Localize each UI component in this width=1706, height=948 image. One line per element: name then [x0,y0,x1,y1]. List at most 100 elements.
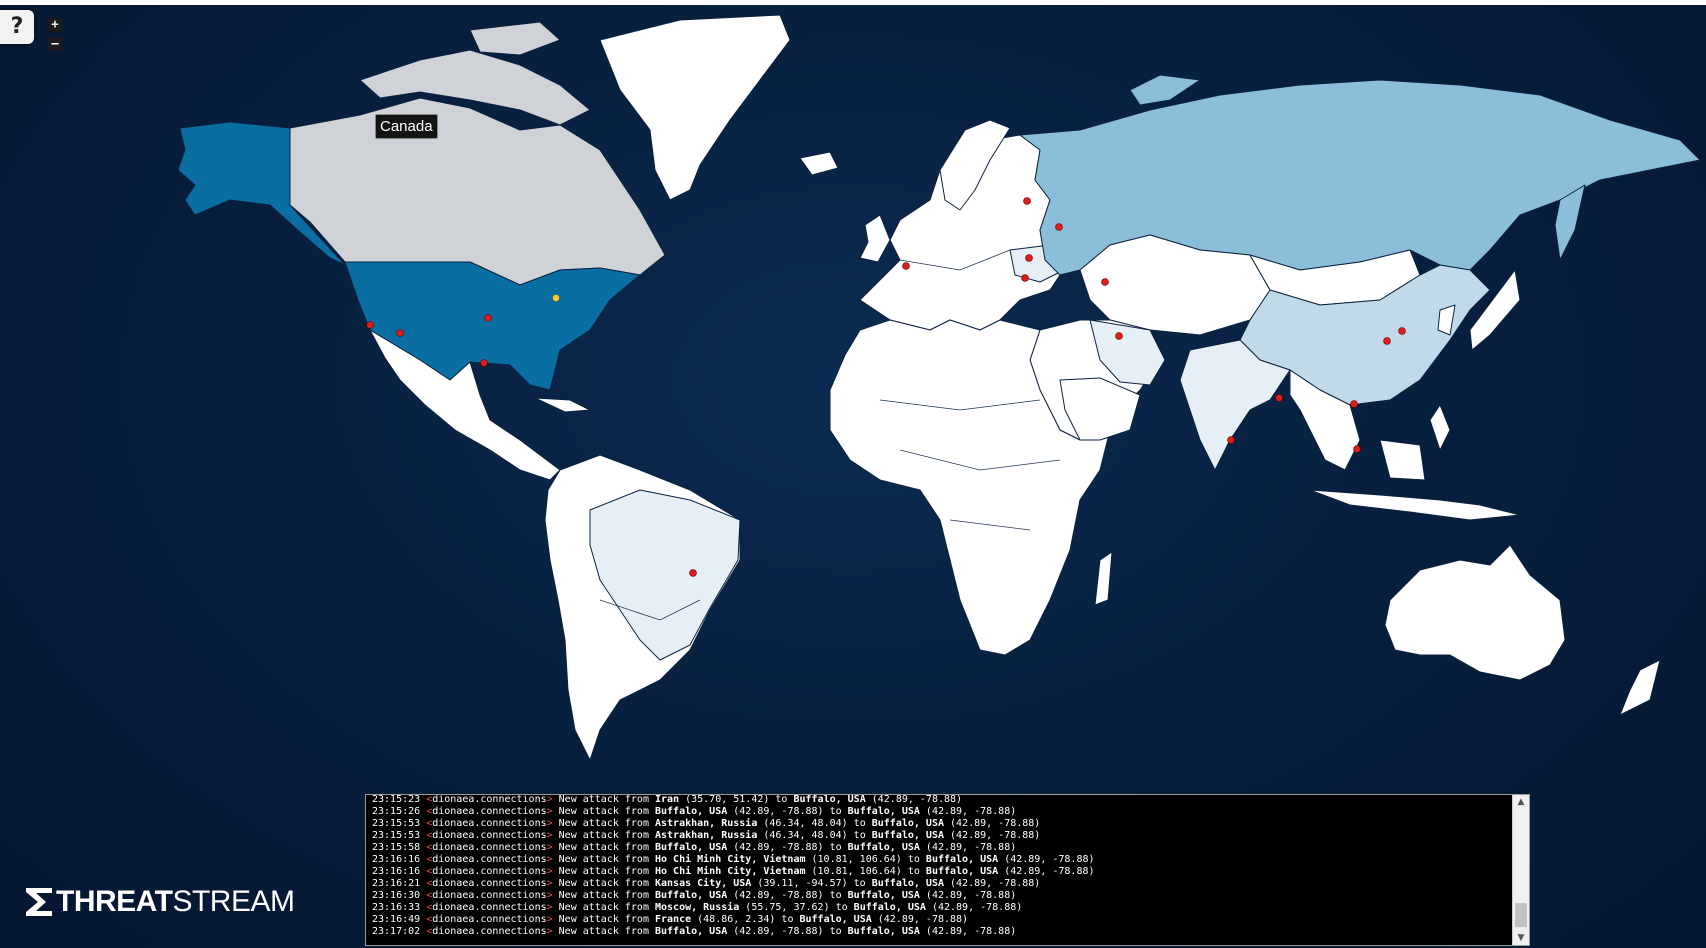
log-from: Astrakhan, Russia [654,830,758,841]
attack-marker [1353,445,1361,453]
zoom-in-button[interactable]: + [48,18,62,32]
log-text: New attack from [558,818,655,829]
log-to-coords: (42.89, -78.88) [943,830,1041,841]
brand-word-stream: STREAM [172,885,295,918]
attack-marker [1025,254,1033,262]
log-entry: 23:15:26 <dionaea.connections> New attac… [372,806,1509,818]
log-to: Buffalo, USA [925,854,999,865]
log-time: 23:15:53 [372,818,427,829]
log-to: Buffalo, USA [871,818,944,829]
log-entry: 23:15:53 <dionaea.connections> New attac… [372,818,1509,830]
log-tag: > [546,794,559,805]
log-time: 23:16:21 [372,878,427,889]
log-to-coords: (42.89, -78.88) [919,842,1017,853]
log-from: Kansas City, USA [654,878,752,889]
log-from-coords: (48.86, 2.34) to [691,914,800,925]
log-time: 23:17:02 [372,926,427,937]
brand-word-threat: THREAT [56,885,173,918]
log-time: 23:16:30 [372,890,427,901]
log-from-coords: (46.34, 48.04) to [757,818,872,829]
country-greenland [599,14,791,201]
log-tag: > [546,842,559,853]
log-to: Buffalo, USA [871,878,944,889]
log-source: dionaea.connections [432,818,547,829]
log-to-coords: (42.89, -78.88) [919,926,1017,937]
log-text: New attack from [558,842,655,853]
country-australia [1384,544,1566,681]
attack-marker [1101,278,1109,286]
log-entry: 23:15:58 <dionaea.connections> New attac… [372,842,1509,854]
log-entry: 23:16:16 <dionaea.connections> New attac… [372,854,1509,866]
log-to: Buffalo, USA [871,830,944,841]
help-button[interactable]: ? [0,10,34,44]
log-to-coords: (42.89, -78.88) [919,890,1017,901]
attack-marker [1350,400,1358,408]
log-tag: > [546,854,559,865]
log-to: Buffalo, USA [847,806,920,817]
country-usa [344,261,641,391]
log-tag: > [546,806,559,817]
log-tag: > [546,926,559,937]
attack-marker [396,329,404,337]
log-text: New attack from [558,830,655,841]
log-to: Buffalo, USA [847,890,920,901]
scroll-thumb[interactable] [1515,903,1527,927]
log-entry: 23:16:30 <dionaea.connections> New attac… [372,890,1509,902]
log-to: Buffalo, USA [925,866,999,877]
log-text: New attack from [558,902,655,913]
attack-marker [1227,436,1235,444]
log-entry: 23:16:21 <dionaea.connections> New attac… [372,878,1509,890]
log-tag: > [546,890,559,901]
log-scrollbar[interactable]: ▲ ▼ [1512,795,1529,945]
log-to: Buffalo, USA [847,842,920,853]
attack-marker [689,569,697,577]
log-to: Buffalo, USA [799,914,872,925]
log-time: 23:16:16 [372,866,427,877]
log-to-coords: (42.89, -78.88) [943,878,1041,889]
log-from: Buffalo, USA [654,842,728,853]
log-tag: > [546,830,559,841]
log-from-coords: (10.81, 106.64) to [805,854,926,865]
log-from-coords: (42.89, -78.88) to [727,806,848,817]
log-tag: > [546,878,559,889]
log-time: 23:15:58 [372,842,427,853]
log-from: Ho Chi Minh City, Vietnam [654,854,806,865]
zoom-out-button[interactable]: – [48,37,62,51]
log-text: New attack from [558,890,655,901]
log-entry: 23:17:02 <dionaea.connections> New attac… [372,926,1509,938]
attack-marker [1115,332,1123,340]
log-from: Astrakhan, Russia [654,818,758,829]
scroll-down-icon[interactable]: ▼ [1513,931,1529,945]
attack-log-panel[interactable]: 23:15:23 <dionaea.connections> New attac… [365,794,1530,946]
log-from-coords: (10.81, 106.64) to [805,866,926,877]
log-entry: 23:16:16 <dionaea.connections> New attac… [372,866,1509,878]
log-from: Buffalo, USA [654,890,728,901]
log-to-coords: (42.89, -78.88) [871,914,969,925]
threatstream-logo-icon [26,888,52,916]
log-to: Buffalo, USA [847,926,920,937]
log-time: 23:16:49 [372,914,427,925]
log-to: Buffalo, USA [793,794,866,805]
attack-marker [1398,327,1406,335]
attack-marker [902,262,910,270]
attack-marker [366,321,374,329]
log-time: 23:15:23 [372,794,427,805]
log-source: dionaea.connections [432,914,547,925]
log-source: dionaea.connections [432,866,547,877]
log-to-coords: (42.89, -78.88) [998,866,1095,877]
log-to-coords: (42.89, -78.88) [998,854,1095,865]
scroll-up-icon[interactable]: ▲ [1513,795,1529,809]
log-time: 23:15:26 [372,806,427,817]
log-source: dionaea.connections [432,854,547,865]
log-entry: 23:16:49 <dionaea.connections> New attac… [372,914,1509,926]
attack-marker [480,359,488,367]
attack-marker [484,314,492,322]
log-tag: > [546,914,559,925]
log-text: New attack from [558,878,655,889]
log-time: 23:16:33 [372,902,427,913]
log-to-coords: (42.89, -78.88) [865,794,963,805]
log-text: New attack from [558,866,655,877]
attack-marker [1021,274,1029,282]
log-to-coords: (42.89, -78.88) [925,902,1023,913]
country-tooltip: Canada [375,114,438,139]
